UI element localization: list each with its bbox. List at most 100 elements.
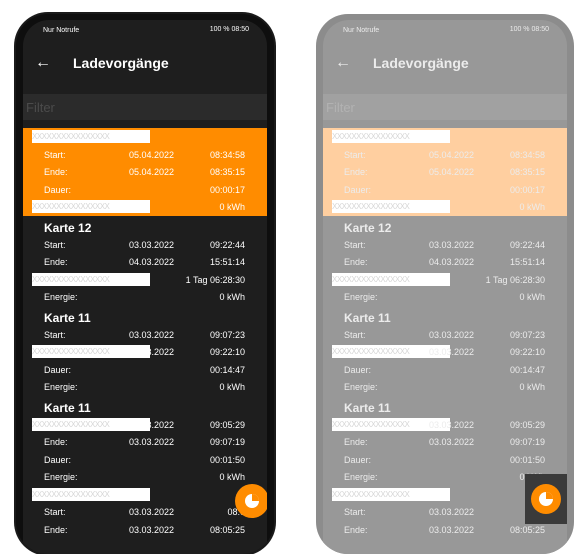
- row-time: 09:05:29: [509, 419, 545, 430]
- page-title: Ladevorgänge: [73, 55, 169, 71]
- end-row: Ende: 03.03.2022 08:05:25: [23, 521, 267, 539]
- row-label: Start:: [44, 329, 66, 340]
- row-label: Start:: [44, 239, 66, 250]
- redacted-label: XXXXXXXXXXXXXXXX: [332, 272, 450, 286]
- row-date: 05.04.2022: [428, 167, 474, 177]
- row-date: 03.03.2022: [128, 507, 174, 517]
- filter-input[interactable]: Filter: [23, 94, 267, 120]
- duration-row: XXXXXXXXXXXXXXXX 1 Tag 06:28:30: [323, 271, 567, 289]
- row-label: Ende:: [44, 167, 68, 177]
- row-time: 09:07:19: [209, 437, 245, 447]
- card-title-text: Karte 11: [344, 400, 391, 415]
- app-bar: ← Ladevorgänge: [23, 40, 267, 94]
- statistics-fab-button[interactable]: [531, 484, 561, 514]
- card-title-text: Karte 11: [344, 310, 391, 325]
- row-value: 0 kWh: [219, 292, 245, 302]
- end-row: Ende: 04.03.2022 15:51:14: [323, 253, 567, 271]
- pie-chart-icon: [245, 494, 259, 508]
- row-date: 03.03.2022: [428, 507, 474, 517]
- row-time: 09:07:23: [509, 329, 545, 340]
- row-value: 1 Tag 06:28:30: [185, 274, 245, 285]
- row-label: Start:: [344, 149, 366, 160]
- row-time: 08:35:15: [209, 167, 245, 177]
- row-date: 04.03.2022: [428, 257, 474, 267]
- start-row: Start: 03.03.2022 09:07:23: [323, 326, 567, 344]
- list-item[interactable]: XXXXXXXXXXXXXXXX Start: 05.04.2022 08:34…: [323, 128, 567, 216]
- row-date: 03.03.2022: [428, 329, 474, 340]
- statistics-fab-button[interactable]: [235, 484, 267, 518]
- row-value: 1 Tag 06:28:30: [485, 274, 545, 285]
- row-label: Dauer:: [344, 454, 372, 465]
- entry-header-row: XXXXXXXXXXXXXXXX: [323, 128, 567, 146]
- row-time: 09:22:44: [209, 239, 245, 250]
- start-row: Start: 03.03.2022 09:07:23: [23, 326, 267, 344]
- list-item[interactable]: XXXXXXXXXXXXXXXX Start: 03.03.2022 08:0 …: [23, 486, 267, 539]
- row-value: 0 kWh: [219, 472, 245, 482]
- filter-input[interactable]: Filter: [323, 94, 567, 120]
- start-row: Start: 03.03.2022 08:0: [23, 503, 267, 521]
- duration-row: XXXXXXXXXXXXXXXX 1 Tag 06:28:30: [23, 271, 267, 289]
- row-time: 15:51:14: [209, 257, 245, 267]
- row-date: 03.03.2022: [128, 347, 174, 357]
- start-row: Start: 05.04.2022 08:34:58: [23, 146, 267, 164]
- card-title: Karte 11: [323, 306, 567, 326]
- list-item[interactable]: Karte 12 Start: 03.03.2022 09:22:44 Ende…: [23, 216, 267, 306]
- start-row: Start: 03.03.2022 09:22:44: [323, 236, 567, 254]
- row-value: 00:14:47: [209, 364, 245, 375]
- row-time: 09:22:10: [209, 347, 245, 357]
- entry-header-row: XXXXXXXXXXXXXXXX: [23, 486, 267, 504]
- row-label: Energie:: [344, 472, 378, 482]
- row-date: 03.03.2022: [428, 239, 474, 250]
- row-time: 09:22:10: [509, 347, 545, 357]
- row-label: Dauer:: [44, 454, 72, 465]
- page-title: Ladevorgänge: [373, 55, 469, 71]
- redacted-title: XXXXXXXXXXXXXXXX: [332, 487, 450, 501]
- arrow-left-icon[interactable]: ←: [335, 54, 351, 72]
- list-item[interactable]: Karte 11 XXXXXXXXXXXXXXXX 03.03.2022 09:…: [323, 396, 567, 486]
- charging-session-list[interactable]: XXXXXXXXXXXXXXXX Start: 05.04.2022 08:34…: [23, 128, 267, 554]
- row-date: 05.04.2022: [428, 149, 474, 160]
- list-item[interactable]: XXXXXXXXXXXXXXXX Start: 05.04.2022 08:34…: [23, 128, 267, 216]
- start-row: Start: 05.04.2022 08:34:58: [323, 146, 567, 164]
- card-title-text: Karte 11: [44, 310, 91, 325]
- list-item[interactable]: Karte 12 Start: 03.03.2022 09:22:44 Ende…: [323, 216, 567, 306]
- energy-row: Energie: 0 kWh: [23, 468, 267, 486]
- row-date: 03.03.2022: [128, 437, 174, 447]
- status-right-text: 100 % 08:50: [209, 26, 249, 33]
- redacted-title: XXXXXXXXXXXXXXXX: [32, 130, 150, 143]
- end-row: Ende: 03.03.2022 09:07:19: [323, 433, 567, 451]
- row-label: Dauer:: [344, 184, 372, 195]
- row-label: Dauer:: [44, 364, 72, 375]
- list-item[interactable]: Karte 11 Start: 03.03.2022 09:07:23 XXXX…: [23, 306, 267, 396]
- row-label: Ende:: [344, 257, 368, 267]
- app-screen: Nur Notrufe 100 % 08:50 ← Ladevorgänge F…: [23, 20, 267, 554]
- status-bar: Nur Notrufe 100 % 08:50: [323, 20, 567, 40]
- end-row: Ende: 04.03.2022 15:51:14: [23, 253, 267, 271]
- row-date: 04.03.2022: [128, 257, 174, 267]
- row-label: Ende:: [44, 437, 68, 447]
- card-title: Karte 12: [323, 216, 567, 236]
- row-date: 03.03.2022: [428, 347, 474, 357]
- row-label: Dauer:: [344, 364, 372, 375]
- end-row: Ende: 03.03.2022 09:07:19: [23, 433, 267, 451]
- filter-placeholder: Filter: [26, 100, 55, 115]
- row-label: Energie:: [344, 382, 378, 392]
- row-label: Energie:: [344, 292, 378, 302]
- carrier-text: Nur Notrufe: [43, 27, 80, 34]
- arrow-left-icon[interactable]: ←: [35, 54, 51, 72]
- end-row: XXXXXXXXXXXXXXXX 03.03.2022 09:22:10: [323, 343, 567, 361]
- card-title: Karte 11: [23, 306, 267, 326]
- list-item[interactable]: Karte 11 XXXXXXXXXXXXXXXX 03.03.2022 09:…: [23, 396, 267, 486]
- row-label: Start:: [44, 149, 66, 160]
- row-label: Start:: [344, 329, 366, 340]
- energy-row: Energie: 0 kWh: [323, 378, 567, 396]
- row-value: 00:00:17: [209, 184, 245, 195]
- row-date: 03.03.2022: [128, 239, 174, 250]
- list-item[interactable]: Karte 11 Start: 03.03.2022 09:07:23 XXXX…: [323, 306, 567, 396]
- row-value: 0 kWh: [519, 292, 545, 302]
- energy-row: XXXXXXXXXXXXXXXX 0 kWh: [323, 198, 567, 216]
- row-date: 05.04.2022: [128, 149, 174, 160]
- duration-row: Dauer: 00:00:17: [23, 181, 267, 199]
- app-screen: Nur Notrufe 100 % 08:50 ← Ladevorgänge F…: [323, 20, 567, 554]
- row-label: Energie:: [44, 382, 78, 392]
